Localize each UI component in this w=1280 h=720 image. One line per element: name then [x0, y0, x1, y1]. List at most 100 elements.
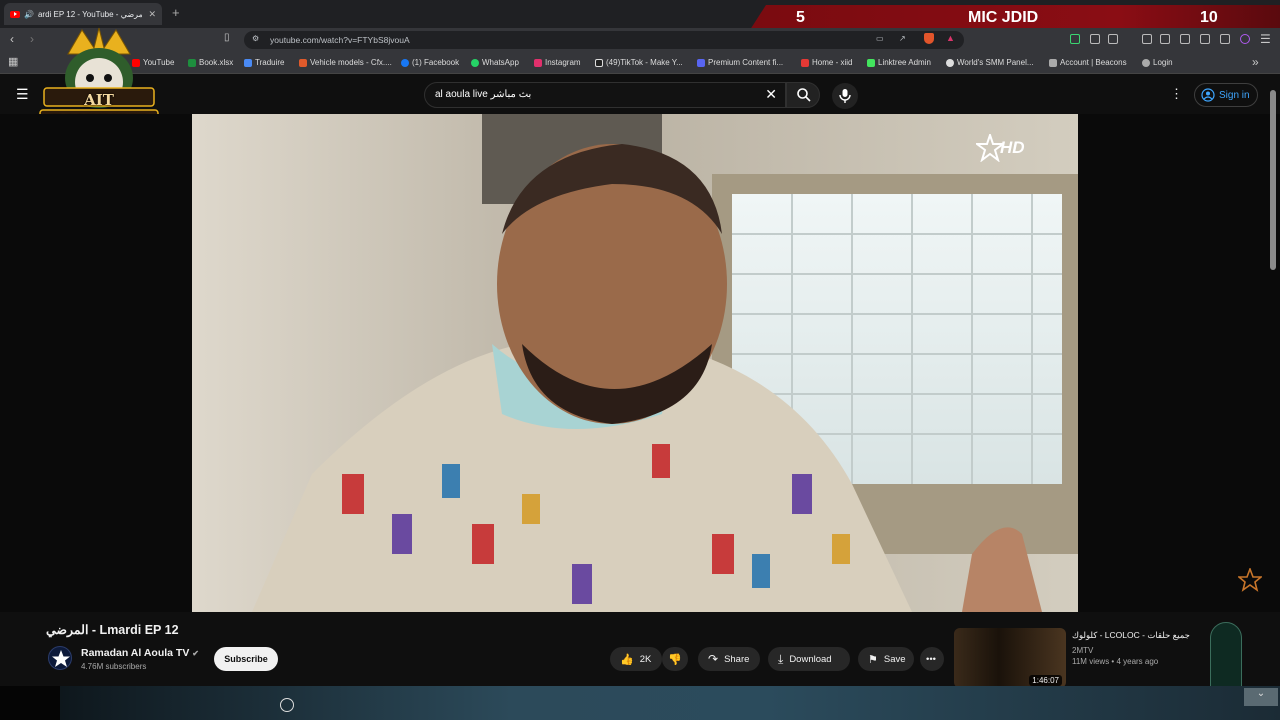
- install-app-icon[interactable]: ▭: [876, 34, 884, 43]
- channel-avatar[interactable]: [48, 646, 72, 670]
- apps-grid-icon[interactable]: ▦: [8, 55, 18, 68]
- new-tab-icon[interactable]: +: [172, 5, 180, 20]
- hd-badge: HD: [1000, 138, 1025, 157]
- bookmarks-bar: ▦ YouTube Book.xlsx Traduire Vehicle mod…: [0, 52, 1280, 74]
- bookmark-beacons[interactable]: Account | Beacons: [1049, 58, 1127, 67]
- tiktok-icon: [595, 58, 603, 67]
- tab-audio-icon[interactable]: 🔊: [24, 10, 34, 19]
- download-icon: ⤓: [778, 651, 784, 666]
- whatsapp-icon: [471, 58, 479, 67]
- forward-icon[interactable]: ›: [30, 32, 34, 46]
- rewards-icon[interactable]: ▲: [946, 33, 955, 43]
- subscribe-button[interactable]: Subscribe: [214, 647, 278, 671]
- share-icon: ↷: [708, 652, 719, 666]
- more-bookmarks-icon[interactable]: »: [1252, 55, 1259, 69]
- bookmark-smm-panel[interactable]: World's SMM Panel...: [946, 58, 1034, 67]
- extensions-puzzle-icon[interactable]: [1090, 34, 1100, 44]
- sheets-icon: [188, 58, 196, 67]
- bookmark-icon: ⚑: [868, 653, 878, 666]
- bookmark-home-xiid[interactable]: Home - xiid: [801, 58, 852, 67]
- recommended-meta: 11M views • 4 years ago: [1072, 657, 1159, 666]
- bookmark-page-icon[interactable]: ▯: [224, 32, 230, 43]
- bookmark-facebook[interactable]: (1) Facebook: [401, 58, 459, 67]
- subscriber-count: 4.76M subscribers: [81, 662, 147, 671]
- beacons-icon: [1049, 58, 1057, 67]
- translate-icon: [244, 58, 252, 67]
- back-icon[interactable]: ‹: [10, 32, 14, 46]
- bookmark-linktree[interactable]: Linktree Admin: [867, 58, 931, 67]
- cfx-icon: [299, 58, 307, 67]
- recommended-title[interactable]: كلولوك - LCOLOC - جميع حلقات: [1072, 630, 1190, 641]
- instagram-icon: [534, 58, 542, 67]
- search-button[interactable]: [786, 82, 820, 108]
- bookmark-login[interactable]: Login: [1142, 58, 1173, 67]
- scroll-to-bottom-icon[interactable]: ⌄: [1244, 688, 1278, 706]
- voice-search-button[interactable]: [832, 83, 858, 109]
- clear-search-icon[interactable]: ✕: [765, 86, 777, 103]
- bookmark-vehicle-models[interactable]: Vehicle models - Cfx....: [299, 58, 392, 67]
- recommended-channel[interactable]: 2MTV: [1072, 646, 1093, 655]
- team-name: MIC JDID: [968, 9, 1039, 26]
- site-info-icon[interactable]: ⚙: [252, 34, 259, 43]
- taskbar-app-icon[interactable]: [280, 698, 294, 712]
- save-button[interactable]: ⚑ Save: [858, 647, 914, 671]
- wallet-icon[interactable]: [1180, 34, 1190, 44]
- channel-name[interactable]: Ramadan Al Aoula TV ✔: [81, 647, 199, 659]
- video-frame[interactable]: HD: [192, 114, 1078, 612]
- premium-icon: [697, 58, 705, 67]
- bookmark-traduire[interactable]: Traduire: [244, 58, 285, 67]
- profile-icon[interactable]: [1240, 34, 1250, 44]
- hamburger-menu-icon[interactable]: ☰: [16, 86, 29, 103]
- share-button[interactable]: ↷ Share: [698, 647, 760, 671]
- download-button[interactable]: ⤓ Download: [768, 647, 850, 671]
- recommended-thumbnail[interactable]: 1:46:07: [954, 628, 1066, 688]
- share-page-icon[interactable]: ↗: [899, 34, 906, 43]
- browser-tab[interactable]: 🔊 ardi EP 12 - YouTube - المرضي ✕: [4, 3, 162, 25]
- bookmark-instagram[interactable]: Instagram: [534, 58, 581, 67]
- youtube-header: ☰ al aoula live بث مباشر ✕ ⋮ Sign in: [0, 74, 1280, 114]
- menu-icon[interactable]: ☰: [1260, 32, 1271, 46]
- media-icon[interactable]: [1142, 34, 1152, 44]
- taskbar-start-area[interactable]: [0, 686, 60, 720]
- brave-shield-icon[interactable]: [924, 33, 934, 44]
- tab-close-icon[interactable]: ✕: [148, 9, 156, 20]
- bookmark-book[interactable]: Book.xlsx: [188, 58, 233, 67]
- address-bar[interactable]: ⚙ youtube.com/watch?v=FTYbS8jvouA ▭ ↗ ▲: [244, 31, 964, 49]
- video-title: المرضي - Lmardi EP 12: [46, 623, 179, 637]
- bookmark-premium-content[interactable]: Premium Content fi...: [697, 58, 783, 67]
- sidebar-icon[interactable]: [1160, 34, 1170, 44]
- linktree-icon: [867, 58, 875, 67]
- microphone-icon: [839, 89, 851, 103]
- like-count: 2K: [639, 653, 652, 665]
- thumbs-down-icon: 👎: [668, 653, 682, 666]
- more-horizontal-icon: •••: [926, 653, 936, 665]
- video-scene: [192, 114, 1078, 612]
- download-label: Download: [789, 653, 832, 665]
- more-actions-button[interactable]: •••: [920, 647, 944, 671]
- shield-icon[interactable]: [1220, 34, 1230, 44]
- tab-title: ardi EP 12 - YouTube - المرضي: [37, 9, 142, 19]
- search-input[interactable]: al aoula live بث مباشر ✕: [424, 82, 786, 108]
- share-label: Share: [724, 653, 750, 665]
- timer-value: 10: [1200, 9, 1218, 26]
- url-text: youtube.com/watch?v=FTYbS8jvouA: [270, 35, 410, 45]
- extension-icon[interactable]: [1070, 34, 1080, 44]
- like-button[interactable]: 👍 2K: [610, 647, 662, 671]
- sign-in-button[interactable]: Sign in: [1194, 83, 1258, 107]
- vpn-icon[interactable]: [1200, 34, 1210, 44]
- xiid-icon: [801, 58, 809, 67]
- dislike-button[interactable]: 👎: [662, 647, 688, 671]
- sign-in-label: Sign in: [1219, 90, 1250, 101]
- globe-icon: [1142, 58, 1150, 67]
- scrollbar[interactable]: [1270, 90, 1276, 270]
- more-options-icon[interactable]: ⋮: [1170, 86, 1183, 102]
- bookmark-tiktok[interactable]: (49)TikTok - Make Y...: [595, 58, 683, 67]
- score-value: 5: [796, 9, 805, 26]
- channel-hd-logo: HD: [976, 132, 1046, 168]
- screenshot-icon[interactable]: [1108, 34, 1118, 44]
- verified-icon: ✔: [192, 649, 199, 658]
- account-icon: [1201, 88, 1215, 102]
- video-player[interactable]: HD: [0, 114, 1280, 612]
- taskbar: ⌄: [0, 686, 1280, 720]
- bookmark-whatsapp[interactable]: WhatsApp: [471, 58, 519, 67]
